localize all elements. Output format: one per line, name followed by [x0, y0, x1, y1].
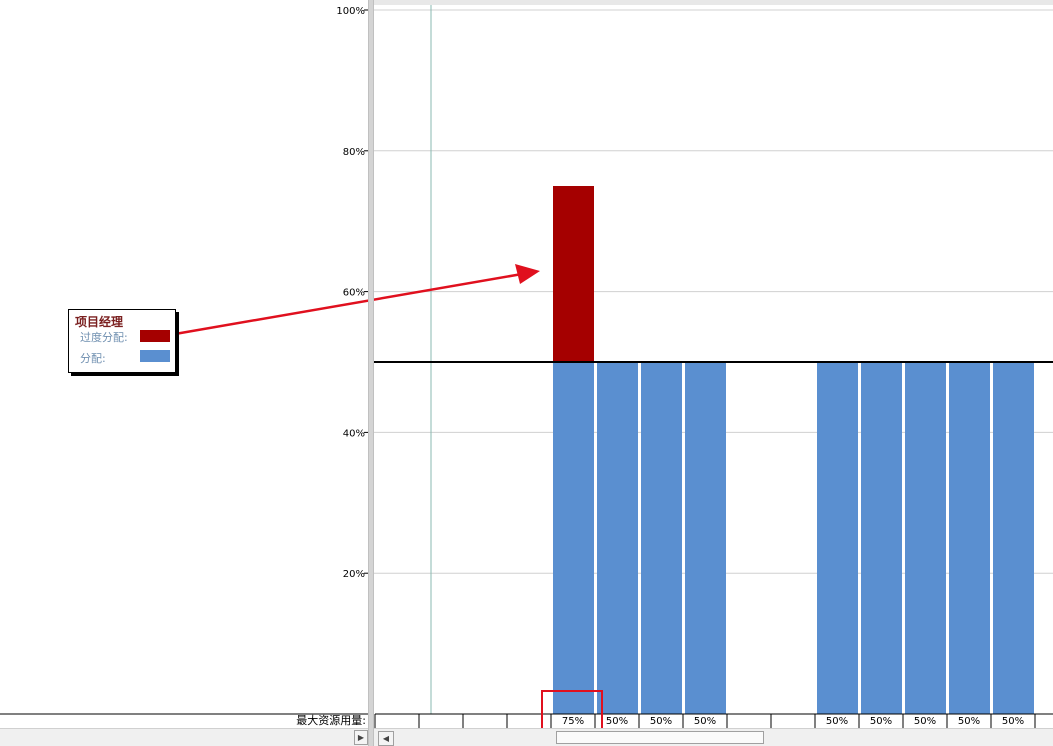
- bars-layer: [374, 186, 1053, 714]
- overallocated-bar: [553, 186, 594, 362]
- row-cell-value: 50%: [870, 716, 892, 727]
- scroll-left-icon[interactable]: ◀: [378, 731, 394, 746]
- scrollbar-thumb[interactable]: [556, 731, 764, 744]
- row-cell-value: 50%: [958, 716, 980, 727]
- allocated-bar: [905, 362, 946, 714]
- legend-overallocated-swatch: [140, 330, 170, 342]
- row-cell-value: 50%: [650, 716, 672, 727]
- annotation-layer: [174, 264, 603, 741]
- legend: 项目经理 过度分配: 分配:: [68, 309, 176, 373]
- y-tick-label: 80%: [343, 147, 365, 158]
- max-units-row: 最大资源用量: 75% 50% 50% 50% 50% 50% 50% 50% 50%: [0, 713, 1053, 728]
- row-cell-value: 75%: [562, 716, 584, 727]
- allocated-bar: [949, 362, 990, 714]
- pane-divider[interactable]: [368, 0, 374, 746]
- allocated-bar: [641, 362, 682, 714]
- y-tick-label: 20%: [343, 569, 365, 580]
- timescale-strip: [374, 0, 1053, 5]
- row-cell-value: 50%: [826, 716, 848, 727]
- resource-graph: 20% 40% 60% 80% 100% 最大资源用量: 75% 50% 50% 50% 50% 5…: [0, 0, 1053, 741]
- arrowhead-icon: [515, 264, 540, 284]
- y-tick-label: 100%: [336, 6, 365, 17]
- annotation-arrow: [174, 272, 523, 336]
- y-tick-label: 40%: [343, 428, 365, 439]
- scroll-right-icon[interactable]: ▶: [354, 730, 368, 745]
- allocated-bar: [597, 362, 638, 714]
- legend-overallocated-label: 过度分配:: [80, 331, 128, 344]
- axis-layer: 20% 40% 60% 80% 100%: [336, 6, 369, 580]
- legend-allocated-label: 分配:: [80, 352, 106, 365]
- allocated-bar: [993, 362, 1034, 714]
- allocated-bar: [685, 362, 726, 714]
- row-cell-value: 50%: [1002, 716, 1024, 727]
- row-cell-value: 50%: [694, 716, 716, 727]
- row-cell-value: 50%: [914, 716, 936, 727]
- legend-title: 项目经理: [75, 315, 124, 329]
- allocated-bar: [861, 362, 902, 714]
- legend-allocated-swatch: [140, 350, 170, 362]
- allocated-bar: [553, 362, 594, 714]
- left-scrollbar[interactable]: [0, 728, 368, 746]
- allocated-bar: [817, 362, 858, 714]
- horizontal-scrollbar[interactable]: ◀: [374, 728, 1053, 746]
- row-cell-value: 50%: [606, 716, 628, 727]
- y-tick-label: 60%: [343, 288, 365, 299]
- row-label: 最大资源用量:: [296, 713, 366, 727]
